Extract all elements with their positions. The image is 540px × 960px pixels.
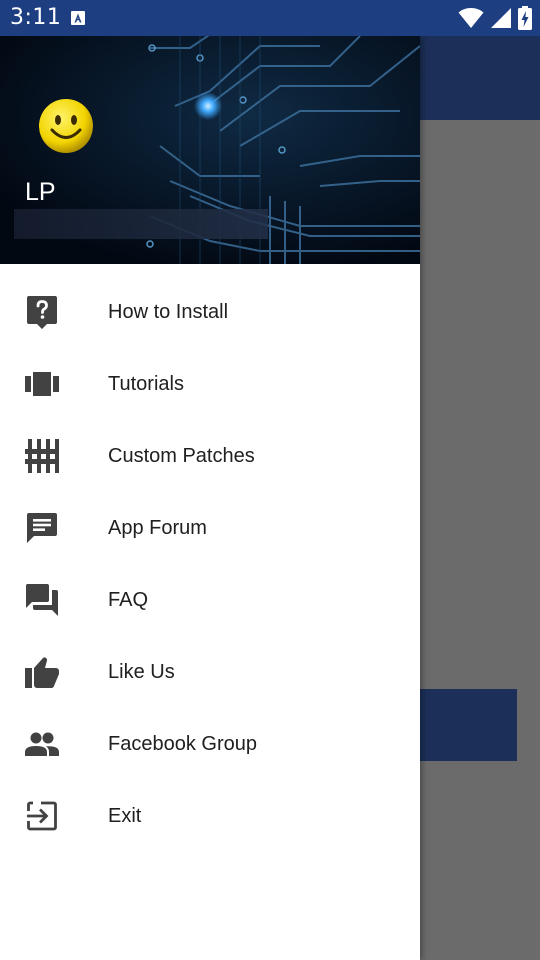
- people-icon: [24, 726, 60, 762]
- text-a-icon: [71, 11, 85, 25]
- menu-item-label: How to Install: [108, 301, 229, 323]
- menu-item-label: Exit: [108, 805, 142, 827]
- drawer-header: LP: [0, 36, 420, 264]
- menu-item-label: Like Us: [108, 661, 175, 683]
- menu-item-label: App Forum: [108, 517, 207, 539]
- exit-icon: [24, 798, 60, 834]
- menu-item-label: Custom Patches: [108, 445, 255, 467]
- drawer-menu: How to Install Tutorials Custom Patches …: [0, 276, 420, 852]
- menu-item-label: Facebook Group: [108, 733, 257, 755]
- drawer-header-name: LP: [25, 178, 56, 206]
- message-icon: [24, 510, 60, 546]
- smiley-face-icon: [39, 99, 93, 153]
- help-icon: [24, 294, 60, 330]
- menu-item-label: FAQ: [108, 589, 149, 611]
- wifi-icon: [458, 8, 484, 28]
- forum-icon: [24, 582, 60, 618]
- menu-item-faq[interactable]: FAQ: [0, 564, 420, 636]
- tune-icon: [24, 438, 60, 474]
- drawer-scrim[interactable]: [420, 36, 540, 960]
- battery-charging-icon: [518, 6, 532, 30]
- drawer-header-subtitle-placeholder: [14, 209, 268, 239]
- status-icons: [458, 6, 532, 30]
- menu-item-how-to-install[interactable]: How to Install: [0, 276, 420, 348]
- status-bar: 3:11: [0, 0, 540, 36]
- menu-item-facebook-group[interactable]: Facebook Group: [0, 708, 420, 780]
- menu-item-exit[interactable]: Exit: [0, 780, 420, 852]
- thumb-up-icon: [24, 654, 60, 690]
- status-time: 3:11: [10, 5, 62, 30]
- menu-item-label: Tutorials: [108, 373, 184, 395]
- menu-item-app-forum[interactable]: App Forum: [0, 492, 420, 564]
- signal-icon: [491, 8, 511, 28]
- menu-item-like-us[interactable]: Like Us: [0, 636, 420, 708]
- tutorials-icon: [24, 366, 60, 402]
- navigation-drawer: LP How to Install Tutorials Custom Patch…: [0, 36, 420, 960]
- menu-item-tutorials[interactable]: Tutorials: [0, 348, 420, 420]
- menu-item-custom-patches[interactable]: Custom Patches: [0, 420, 420, 492]
